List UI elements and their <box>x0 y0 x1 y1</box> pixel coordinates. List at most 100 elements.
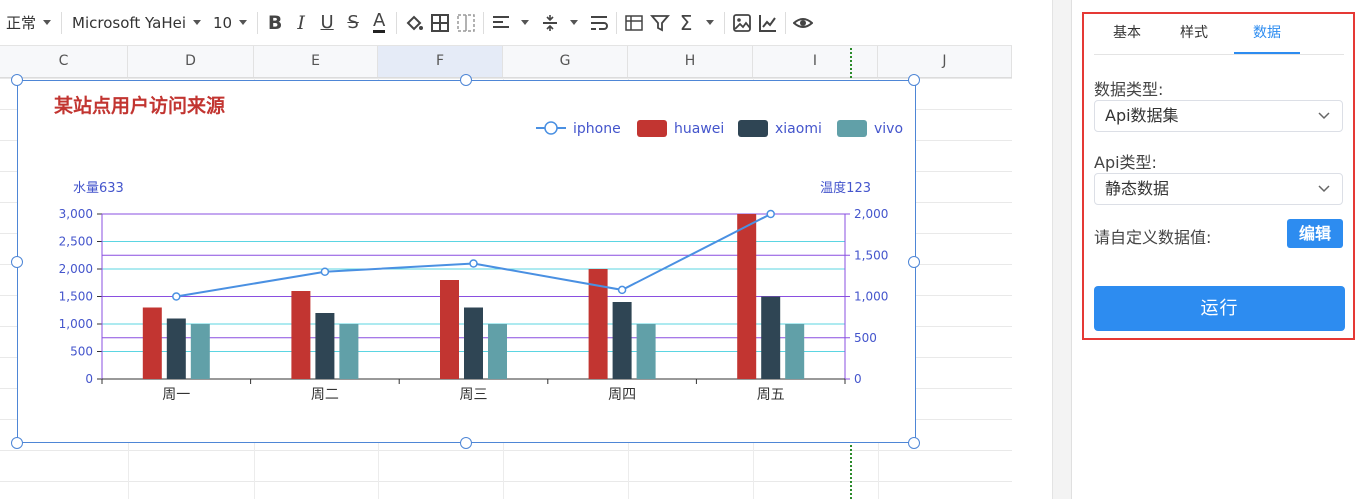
edit-button[interactable]: 编辑 <box>1287 219 1343 248</box>
y-tick-label-right: 500 <box>854 331 877 345</box>
sum-icon[interactable]: Σ <box>673 7 699 39</box>
chevron-down-icon[interactable] <box>521 20 530 25</box>
chart-object[interactable]: 某站点用户访问来源 3,000 2,500 2,000 1,500 1,000 500 0 2… <box>17 80 916 443</box>
api-type-select[interactable]: 静态数据 <box>1094 173 1343 205</box>
column-header-e[interactable]: E <box>254 46 378 77</box>
y-tick-label-right: 2,000 <box>854 207 888 221</box>
api-type-label: Api类型: <box>1094 153 1157 172</box>
resize-handle-top-right[interactable] <box>908 74 920 86</box>
font-size-select[interactable]: 10 <box>207 7 253 39</box>
image-icon[interactable] <box>729 7 755 39</box>
y-axis-title-right: 温度123 <box>820 180 871 196</box>
bar-vivo <box>785 324 805 379</box>
bar-huawei <box>142 307 162 379</box>
resize-handle-bottom-left[interactable] <box>11 437 23 449</box>
spreadsheet-area[interactable]: C D E F G H I J 某站点用户访问来源 3,000 2,500 2,00… <box>0 46 1012 499</box>
font-color-icon[interactable]: A <box>366 7 392 39</box>
tab-data[interactable]: 数据 <box>1234 18 1300 54</box>
data-type-value: Api数据集 <box>1105 106 1179 125</box>
wrap-text-icon[interactable] <box>586 7 612 39</box>
panel-tabs: 基本 样式 数据 <box>1094 18 1344 55</box>
x-tick-label: 周四 <box>608 387 636 403</box>
data-type-select[interactable]: Api数据集 <box>1094 100 1343 132</box>
toolbar-divider <box>483 11 485 34</box>
valign-icon[interactable] <box>537 7 563 39</box>
column-header-i[interactable]: I <box>753 46 878 77</box>
y-tick-label-right: 0 <box>854 372 862 386</box>
legend-label-vivo: vivo <box>874 121 903 137</box>
x-tick-label: 周二 <box>311 387 339 403</box>
vertical-scrollbar[interactable] <box>1052 0 1071 499</box>
legend-symbol-vivo <box>837 120 867 137</box>
resize-handle-right[interactable] <box>908 256 920 268</box>
resize-handle-bottom[interactable] <box>460 437 472 449</box>
freeze-icon[interactable] <box>621 7 647 39</box>
point-iphone <box>617 285 627 295</box>
column-header-j[interactable]: J <box>878 46 1012 77</box>
point-iphone <box>469 259 478 268</box>
column-header-row: C D E F G H I J <box>0 46 1012 78</box>
data-type-label: 数据类型: <box>1094 80 1164 99</box>
tab-style[interactable]: 样式 <box>1161 18 1227 52</box>
bar-xiaomi <box>166 318 186 379</box>
resize-handle-left[interactable] <box>11 256 23 268</box>
chevron-down-icon <box>43 20 52 25</box>
style-select[interactable]: 正常 <box>0 7 57 39</box>
toolbar: 正常 Microsoft YaHei 10 B I U S A Σ <box>0 0 1012 46</box>
font-family-select[interactable]: Microsoft YaHei <box>66 7 207 39</box>
bar-xiaomi <box>464 307 483 379</box>
legend-symbol-xiaomi <box>738 120 768 137</box>
toolbar-divider <box>61 11 63 34</box>
chevron-down-icon <box>1318 112 1330 120</box>
bar-xiaomi <box>761 296 781 379</box>
align-left-icon[interactable] <box>488 7 514 39</box>
filter-icon[interactable] <box>647 7 673 39</box>
legend-symbol-iphone <box>544 121 558 135</box>
tab-basic[interactable]: 基本 <box>1094 18 1160 52</box>
column-header-f[interactable]: F <box>378 46 503 77</box>
properties-panel: 基本 样式 数据 数据类型: Api数据集 Api类型: 静态数据 请自定义数据… <box>1071 0 1371 499</box>
y-tick-label-left: 0 <box>85 372 93 386</box>
chart-icon[interactable] <box>755 7 781 39</box>
resize-handle-bottom-right[interactable] <box>908 437 920 449</box>
toolbar-divider <box>724 11 726 34</box>
bar-xiaomi <box>612 302 632 379</box>
merge-cells-icon[interactable] <box>453 7 479 39</box>
data-settings-box: 基本 样式 数据 数据类型: Api数据集 Api类型: 静态数据 请自定义数据… <box>1082 12 1355 340</box>
page-break-line <box>850 434 852 499</box>
chevron-down-icon <box>239 20 248 25</box>
y-tick-label-right: 1,500 <box>854 248 888 262</box>
legend-label-xiaomi: xiaomi <box>775 121 822 137</box>
preview-icon[interactable] <box>790 7 816 39</box>
bold-icon[interactable]: B <box>262 7 288 39</box>
column-header-g[interactable]: G <box>503 46 628 77</box>
toolbar-divider <box>257 11 259 34</box>
resize-handle-top[interactable] <box>460 74 472 86</box>
bar-vivo <box>339 324 359 379</box>
bar-huawei <box>440 280 459 379</box>
x-tick-label: 周五 <box>757 387 785 403</box>
chevron-down-icon[interactable] <box>706 20 715 25</box>
bar-huawei <box>291 291 311 379</box>
chevron-down-icon <box>1318 185 1330 193</box>
resize-handle-top-left[interactable] <box>11 74 23 86</box>
underline-icon[interactable]: U <box>314 7 340 39</box>
font-family-value: Microsoft YaHei <box>72 13 187 32</box>
bar-vivo <box>488 324 507 379</box>
legend-label-iphone: iphone <box>573 121 621 137</box>
font-size-value: 10 <box>213 13 233 32</box>
column-header-h[interactable]: H <box>628 46 753 77</box>
strikethrough-icon[interactable]: S <box>340 7 366 39</box>
column-header-c[interactable]: C <box>0 46 128 77</box>
border-icon[interactable] <box>427 7 453 39</box>
y-tick-label-left: 1,500 <box>59 290 93 304</box>
run-button[interactable]: 运行 <box>1094 286 1345 331</box>
column-header-d[interactable]: D <box>128 46 254 77</box>
chevron-down-icon[interactable] <box>570 20 579 25</box>
bar-vivo <box>190 324 210 379</box>
x-tick-label: 周三 <box>460 387 488 403</box>
italic-icon[interactable]: I <box>288 7 314 39</box>
fill-color-icon[interactable] <box>401 7 427 39</box>
bar-vivo <box>636 324 656 379</box>
x-tick-label: 周一 <box>162 387 190 403</box>
